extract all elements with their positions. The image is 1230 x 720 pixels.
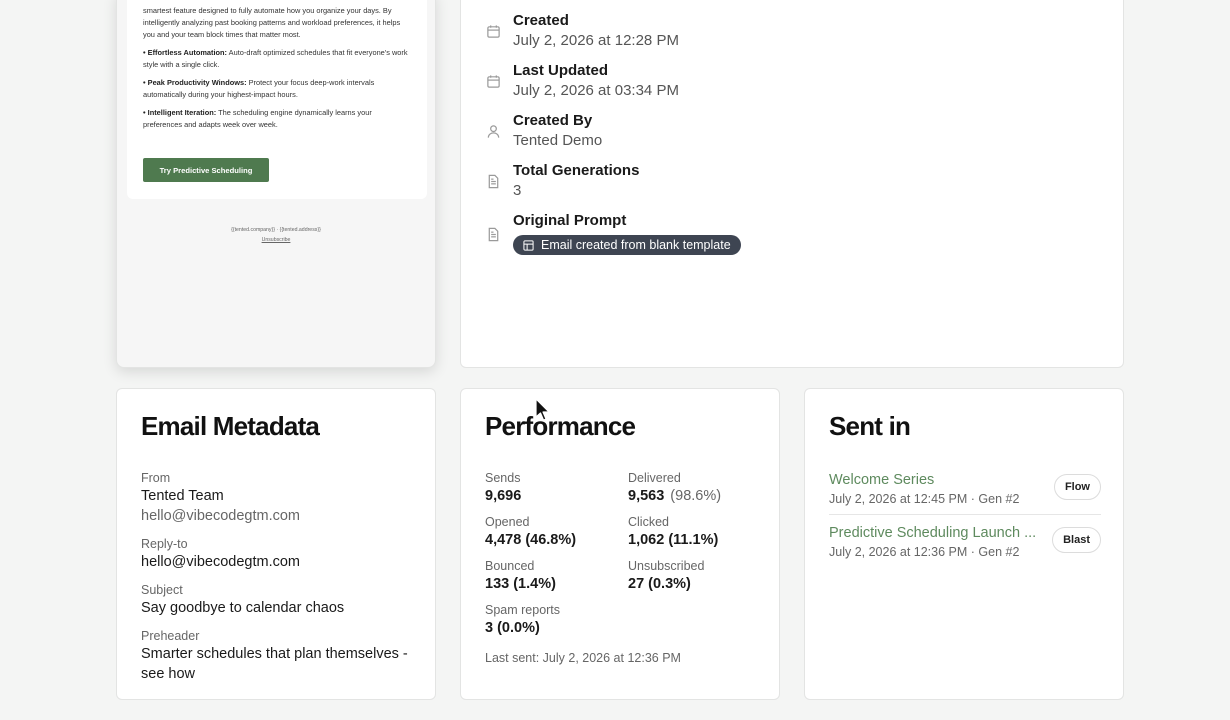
perf-value: 9,696 — [485, 488, 522, 504]
perf-label: Clicked — [628, 515, 669, 529]
detail-value: July 2, 2026 at 03:34 PM — [513, 82, 679, 99]
preview-bullet: • Intelligent Iteration: The scheduling … — [143, 107, 411, 131]
meta-label: Reply-to — [141, 537, 188, 551]
email-metadata-card: Email Metadata From Tented Team hello@vi… — [116, 388, 436, 700]
meta-label: Subject — [141, 583, 183, 597]
perf-opened: Opened 4,478 (46.8%) — [485, 514, 576, 550]
calendar-icon — [485, 23, 501, 39]
document-icon — [485, 226, 501, 242]
perf-value: 4,478 (46.8%) — [485, 532, 577, 548]
bullet-title: • Peak Productivity Windows: — [143, 78, 247, 87]
detail-created-by: Created By Tented Demo — [485, 111, 602, 151]
perf-label: Sends — [485, 471, 521, 485]
email-preview-body: smartest feature designed to fully autom… — [127, 0, 427, 199]
perf-value: 9,563 (98.6%) — [628, 486, 721, 506]
divider — [829, 514, 1101, 515]
meta-value: Say goodbye to calendar chaos — [141, 600, 345, 616]
perf-label: Bounced — [485, 559, 535, 573]
detail-original-prompt: Original Prompt Email created from blank… — [485, 211, 741, 256]
perf-delivered-count: 9,563 — [628, 488, 665, 504]
template-icon — [523, 239, 534, 251]
detail-label: Created By — [513, 112, 593, 129]
performance-title: Performance — [485, 411, 636, 441]
sent-in-item[interactable]: Welcome Series July 2, 2026 at 12:45 PM … — [829, 470, 1101, 514]
detail-value: Tented Demo — [513, 132, 603, 149]
perf-label: Opened — [485, 515, 530, 529]
preview-cta-button[interactable]: Try Predictive Scheduling — [143, 158, 269, 182]
meta-preheader: Preheader Smarter schedules that plan th… — [141, 628, 421, 684]
detail-label: Last Updated — [513, 62, 609, 79]
perf-value: 27 (0.3%) — [628, 576, 691, 592]
blast-badge[interactable]: Blast — [1052, 527, 1101, 553]
detail-label: Total Generations — [513, 162, 640, 179]
perf-unsubscribed: Unsubscribed 27 (0.3%) — [628, 558, 704, 594]
flow-badge[interactable]: Flow — [1053, 474, 1101, 500]
meta-from: From Tented Team hello@vibecodegtm.com — [141, 470, 421, 526]
perf-spam: Spam reports 3 (0.0%) — [485, 602, 560, 638]
perf-sends: Sends 9,696 — [485, 470, 521, 506]
sent-in-title: Sent in — [829, 411, 911, 441]
metadata-title: Email Metadata — [141, 411, 320, 441]
detail-value: July 2, 2026 at 12:28 PM — [513, 32, 679, 49]
preview-footer: {{tented.company}} · {{tented.address}} … — [117, 225, 435, 245]
meta-subject: Subject Say goodbye to calendar chaos — [141, 582, 421, 618]
detail-created: Created July 2, 2026 at 12:28 PM — [485, 11, 679, 51]
bullet-title: • Effortless Automation: — [143, 48, 228, 57]
preview-bullet: • Peak Productivity Windows: Protect you… — [143, 77, 411, 101]
sent-in-card: Sent in Welcome Series July 2, 2026 at 1… — [804, 388, 1124, 700]
user-icon — [485, 123, 501, 139]
detail-label: Created — [513, 12, 569, 29]
performance-card: Performance Sends 9,696 Delivered 9,563 (… — [460, 388, 780, 700]
sent-in-item-name[interactable]: Welcome Series — [829, 470, 1043, 490]
meta-value: Smarter schedules that plan themselves -… — [141, 646, 408, 682]
perf-last-sent: Last sent: July 2, 2026 at 12:36 PM — [485, 651, 681, 665]
sent-in-item-name[interactable]: Predictive Scheduling Launch ... — [829, 523, 1043, 543]
bullet-title: • Intelligent Iteration: — [143, 108, 217, 117]
meta-from-email: hello@vibecodegtm.com — [141, 508, 300, 524]
meta-value: hello@vibecodegtm.com — [141, 554, 300, 570]
perf-delivered-pct: (98.6%) — [670, 488, 722, 504]
detail-last-updated: Last Updated July 2, 2026 at 03:34 PM — [485, 61, 679, 101]
perf-delivered: Delivered 9,563 (98.6%) — [628, 470, 721, 506]
document-icon — [485, 173, 501, 189]
preview-unsubscribe-link[interactable]: Unsubscribe — [117, 235, 435, 245]
meta-label: From — [141, 471, 171, 485]
preview-bullet: • Effortless Automation: Auto-draft opti… — [143, 47, 411, 71]
perf-label: Unsubscribed — [628, 559, 705, 573]
perf-label: Spam reports — [485, 603, 561, 617]
meta-from-name: Tented Team — [141, 488, 224, 504]
perf-value: 133 (1.4%) — [485, 576, 556, 592]
prompt-text: Email created from blank template — [541, 238, 731, 252]
cursor-icon — [535, 398, 550, 421]
prompt-pill: Email created from blank template — [513, 235, 741, 255]
meta-label: Preheader — [141, 629, 200, 643]
perf-value: 1,062 (11.1%) — [628, 532, 719, 548]
sent-in-item[interactable]: Predictive Scheduling Launch ... July 2,… — [829, 523, 1101, 567]
calendar-icon — [485, 73, 501, 89]
email-preview-card[interactable]: smartest feature designed to fully autom… — [116, 0, 436, 368]
detail-value: 3 — [513, 182, 522, 199]
perf-clicked: Clicked 1,062 (11.1%) — [628, 514, 718, 550]
meta-reply-to: Reply-to hello@vibecodegtm.com — [141, 536, 421, 572]
email-details-card: Created July 2, 2026 at 12:28 PM Last Up… — [460, 0, 1124, 368]
preview-footer-address: {{tented.company}} · {{tented.address}} — [231, 227, 321, 233]
detail-total-generations: Total Generations 3 — [485, 161, 639, 201]
perf-bounced: Bounced 133 (1.4%) — [485, 558, 556, 594]
preview-intro-text: smartest feature designed to fully autom… — [143, 6, 401, 39]
detail-label: Original Prompt — [513, 212, 627, 229]
perf-value: 3 (0.0%) — [485, 620, 540, 636]
perf-label: Delivered — [628, 471, 681, 485]
